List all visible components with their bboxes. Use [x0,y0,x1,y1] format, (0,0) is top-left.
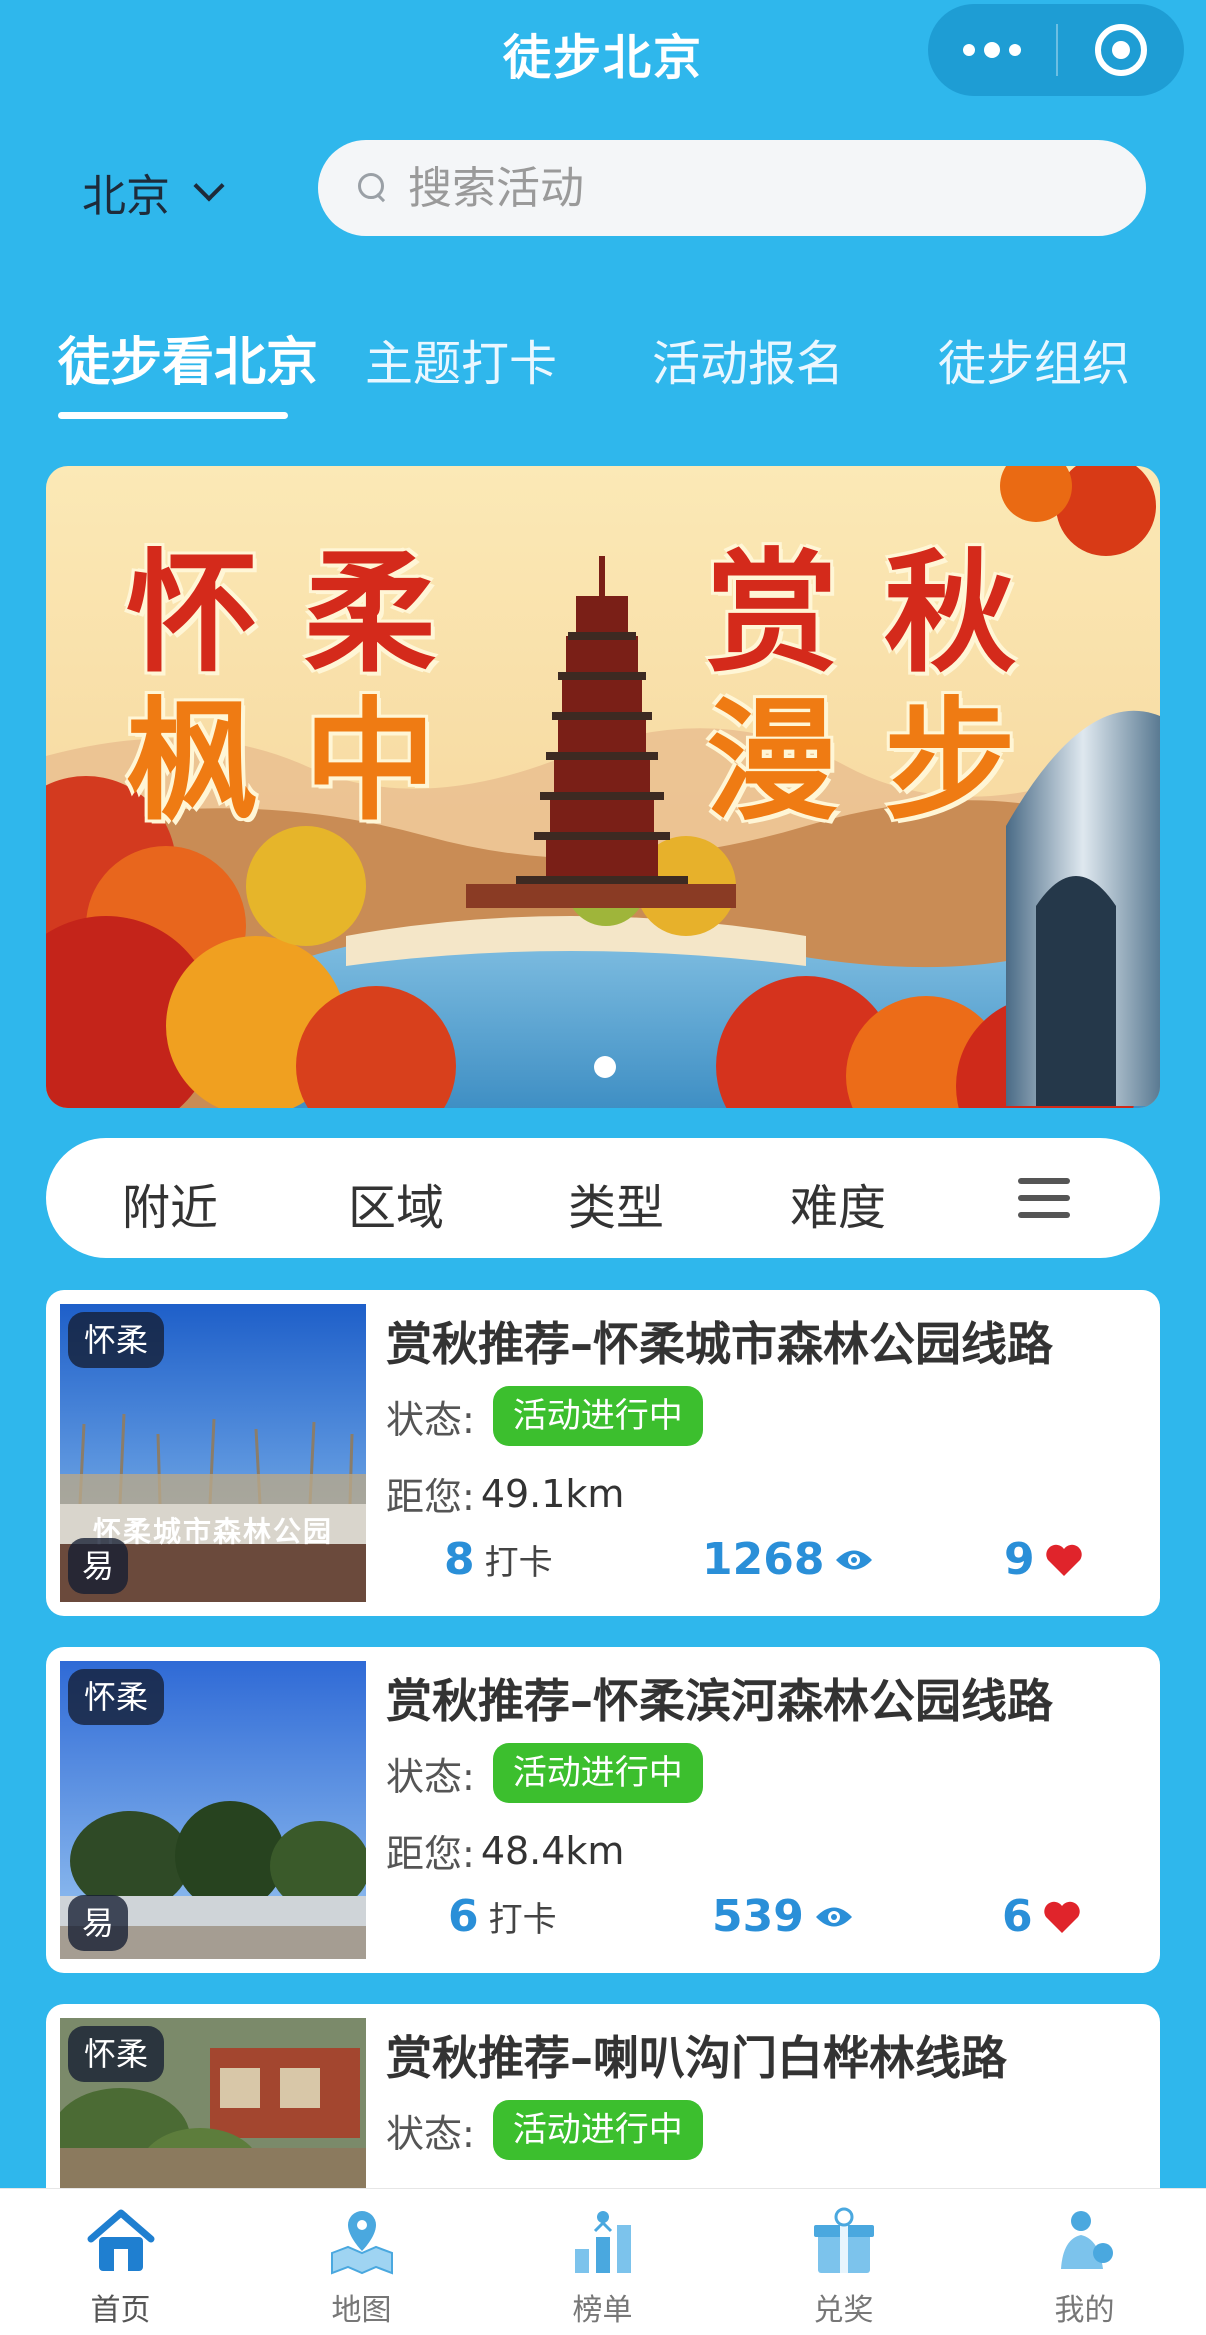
status-row: 状态: 活动进行中 [386,1386,703,1446]
chevron-down-icon [193,170,225,202]
banner-headline-left-1: 怀 柔 [126,537,436,691]
status-label: 状态: [386,1397,475,1442]
tab-hiking-beijing[interactable]: 徒步看北京 [58,320,318,395]
status-label: 状态: [386,1754,475,1799]
tab-theme-checkin[interactable]: 主题打卡 [365,324,557,394]
nav-label: 兑奖 [813,2293,874,2328]
eye-icon [836,1550,873,1569]
status-row: 状态: 活动进行中 [386,1743,703,1803]
banner-headline-right-1: 赏 秋 [706,537,1016,691]
difficulty-tag: 易 [68,1895,129,1951]
activity-title: 赏秋推荐–怀柔滨河森林公园线路 [386,1674,1053,1728]
promo-banner[interactable]: 怀 柔 赏 秋 枫 中 漫 步 [46,466,1160,1108]
difficulty-tag: 易 [68,1538,129,1594]
ranking-icon [574,2211,631,2273]
nav-label: 首页 [90,2293,151,2328]
search-bar[interactable] [318,140,1146,236]
status-badge: 活动进行中 [492,2100,703,2160]
menu-icon[interactable] [1018,1178,1070,1218]
gift-icon [813,2207,874,2273]
eye-icon [815,1907,852,1926]
heart-icon [1045,1544,1082,1576]
distance-label: 距您: [386,1475,475,1519]
distance-row: 距您: 48.4km [386,1823,624,1878]
area-tag: 怀柔 [68,2026,165,2082]
activity-thumbnail: 怀柔 易 [60,1661,366,1959]
checkin-unit: 打卡 [488,1900,557,1940]
city-selector[interactable]: 北京 [82,160,225,224]
search-icon [358,173,388,203]
checkin-count: 6 打卡 [448,1891,557,1942]
nav-label: 榜单 [572,2293,633,2328]
nav-prize[interactable]: 兑奖 [723,2189,964,2335]
home-icon [87,2209,154,2271]
heart-icon [1043,1901,1080,1933]
map-icon [330,2211,393,2275]
activity-card[interactable]: 怀柔 易 赏秋推荐–怀柔滨河森林公园线路 状态: 活动进行中 距您: 48.4k… [46,1647,1160,1973]
view-number: 1268 [702,1534,825,1585]
top-bar: 徒步北京 [0,0,1206,100]
banner-headline-right-2: 漫 步 [706,685,1016,839]
activity-title: 赏秋推荐–喇叭沟门白桦林线路 [386,2031,1007,2085]
filter-difficulty[interactable]: 难度 [790,1168,886,1238]
nav-home[interactable]: 首页 [0,2189,241,2335]
filter-bar: 附近 区域 类型 难度 [46,1138,1160,1258]
status-label: 状态: [386,2111,475,2156]
filter-nearby[interactable]: 附近 [122,1168,218,1238]
target-icon [1095,24,1147,76]
category-tabs: 徒步看北京 主题打卡 活动报名 徒步组织 [0,320,1206,420]
area-tag: 怀柔 [68,1312,165,1368]
active-tab-indicator [58,412,288,419]
view-count: 539 [712,1891,854,1942]
like-count[interactable]: 9 [1004,1534,1083,1585]
status-badge: 活动进行中 [492,1386,703,1446]
activity-title: 赏秋推荐–怀柔城市森林公园线路 [386,1317,1053,1371]
like-number: 9 [1004,1534,1035,1585]
checkin-unit: 打卡 [484,1543,553,1583]
nav-ranking[interactable]: 榜单 [482,2189,723,2335]
carousel-dot[interactable] [594,1056,616,1078]
profile-icon [1060,2211,1113,2269]
activity-card[interactable]: 怀柔城市森林公园 怀柔 易 赏秋推荐–怀柔城市森林公园线路 状态: 活动进行中 … [46,1290,1160,1616]
nav-profile[interactable]: 我的 [964,2189,1205,2335]
view-number: 539 [712,1891,804,1942]
activity-thumbnail: 怀柔城市森林公园 怀柔 易 [60,1304,366,1602]
status-badge: 活动进行中 [492,1743,703,1803]
close-mini-program-button[interactable] [1058,4,1184,96]
status-row: 状态: 活动进行中 [386,2100,703,2160]
area-tag: 怀柔 [68,1669,165,1725]
nav-label: 地图 [331,2293,392,2328]
distance-row: 距您: 49.1km [386,1466,624,1521]
distance-value: 48.4km [480,1828,625,1873]
like-number: 6 [1002,1891,1033,1942]
filter-region[interactable]: 区域 [348,1168,444,1238]
like-count[interactable]: 6 [1002,1891,1081,1942]
distance-label: 距您: [386,1832,475,1876]
nav-map[interactable]: 地图 [241,2189,482,2335]
search-input[interactable] [408,162,1108,214]
nav-label: 我的 [1054,2293,1115,2328]
more-menu-button[interactable] [928,4,1056,96]
bottom-navigation: 首页 地图 榜单 兑奖 我的 [0,2188,1206,2335]
checkin-count: 8 打卡 [444,1534,553,1585]
city-name: 北京 [82,171,170,222]
distance-value: 49.1km [480,1471,625,1516]
tab-activity-signup[interactable]: 活动报名 [652,324,844,394]
checkin-number: 6 [448,1891,479,1942]
filter-type[interactable]: 类型 [568,1168,664,1238]
checkin-number: 8 [444,1534,475,1585]
view-count: 1268 [702,1534,874,1585]
banner-headline-left-2: 枫 中 [126,685,436,839]
tab-hiking-orgs[interactable]: 徒步组织 [938,324,1130,394]
mini-program-capsule [928,4,1184,96]
